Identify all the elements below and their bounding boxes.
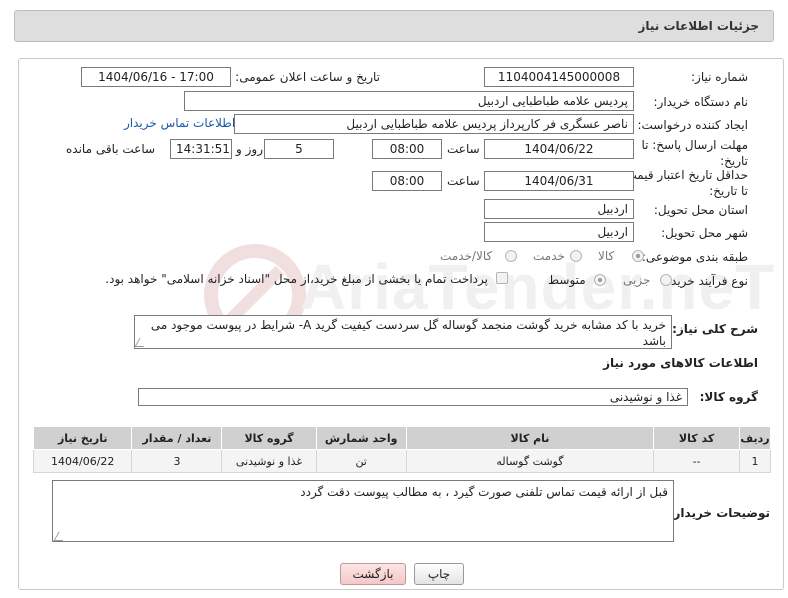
need-number-field[interactable]: 1104004145000008 bbox=[484, 67, 634, 87]
reply-deadline-label: مهلت ارسال پاسخ: تا تاریخ: bbox=[628, 137, 748, 169]
buyer-org-field[interactable]: پردیس علامه طباطبایی اردبیل bbox=[184, 91, 634, 111]
cell-quantity: 3 bbox=[131, 449, 223, 473]
col-need-date: تاریخ نیاز bbox=[32, 426, 133, 450]
goods-group-label: گروه کالا: bbox=[699, 390, 758, 404]
col-item-code: کد کالا bbox=[653, 426, 741, 450]
need-number-label: شماره نیاز: bbox=[691, 70, 748, 84]
col-row-number: ردیف bbox=[739, 426, 771, 450]
buyer-notes-text: قبل از ارائه قیمت تماس تلفنی صورت گیرد ،… bbox=[300, 485, 668, 499]
reply-deadline-time-field[interactable]: 08:00 bbox=[372, 139, 442, 159]
process-medium-label: متوسط bbox=[548, 273, 586, 287]
delivery-province-label: استان محل تحویل: bbox=[653, 203, 748, 217]
process-partial-radio[interactable] bbox=[660, 274, 672, 286]
days-remaining-field[interactable]: 5 bbox=[264, 139, 334, 159]
cell-item-group: غذا و نوشیدنی bbox=[221, 449, 317, 473]
announce-datetime-label: تاریخ و ساعت اعلان عمومی: bbox=[235, 70, 380, 84]
price-validity-time-field[interactable]: 08:00 bbox=[372, 171, 442, 191]
col-quantity: تعداد / مقدار bbox=[131, 426, 223, 450]
cell-need-date: 1404/06/22 bbox=[32, 449, 133, 473]
cell-item-name: گوشت گوساله bbox=[405, 449, 655, 473]
treasury-payment-note: پرداخت تمام یا بخشی از مبلغ خرید،از محل … bbox=[105, 272, 488, 286]
treasury-payment-checkbox[interactable] bbox=[496, 272, 508, 284]
general-description-field[interactable]: خرید با کد مشابه خرید گوشت منجمد گوساله … bbox=[134, 315, 672, 349]
price-validity-label: حداقل تاریخ اعتبار قیمت: تا تاریخ: bbox=[618, 167, 748, 199]
buyer-org-label: نام دستگاه خریدار: bbox=[653, 95, 749, 109]
process-medium-radio[interactable] bbox=[594, 274, 606, 286]
reply-deadline-date-field[interactable]: 1404/06/22 bbox=[484, 139, 634, 159]
category-label: طبقه بندی موضوعی: bbox=[641, 250, 748, 264]
col-unit: واحد شمارش bbox=[315, 426, 407, 450]
category-service-label: خدمت bbox=[533, 249, 565, 263]
price-validity-date-field[interactable]: 1404/06/31 bbox=[484, 171, 634, 191]
page-title: جزئیات اطلاعات نیاز bbox=[638, 19, 759, 33]
buyer-notes-label: توضیحات خریدار: bbox=[668, 506, 770, 520]
goods-table: ردیف کد کالا نام کالا واحد شمارش گروه کا… bbox=[32, 426, 771, 473]
time-remaining-field[interactable]: 14:31:51 bbox=[170, 139, 232, 159]
category-goods-radio[interactable] bbox=[632, 250, 644, 262]
delivery-city-field[interactable]: اردبیل bbox=[484, 222, 634, 242]
back-button[interactable]: بازگشت bbox=[340, 563, 406, 585]
col-item-name: نام کالا bbox=[405, 426, 655, 450]
category-goods-service-radio[interactable] bbox=[505, 250, 517, 262]
goods-section-title: اطلاعات کالاهای مورد نیاز bbox=[603, 356, 758, 370]
requester-label: ایجاد کننده درخواست: bbox=[637, 118, 748, 132]
delivery-province-field[interactable]: اردبیل bbox=[484, 199, 634, 219]
general-description-text: خرید با کد مشابه خرید گوشت منجمد گوساله … bbox=[150, 318, 666, 348]
requester-field[interactable]: ناصر عسگری فر کارپرداز پردیس علامه طباطب… bbox=[234, 114, 634, 134]
price-validity-label-text: حداقل تاریخ اعتبار قیمت: تا تاریخ: bbox=[621, 168, 748, 198]
delivery-city-label: شهر محل تحویل: bbox=[661, 226, 748, 240]
purchase-process-label: نوع فرآیند خرید : bbox=[663, 274, 748, 288]
process-partial-label: جزیی bbox=[623, 273, 651, 287]
goods-group-field[interactable]: غذا و نوشیدنی bbox=[138, 388, 688, 406]
print-button[interactable]: چاپ bbox=[414, 563, 464, 585]
table-row[interactable]: 1 -- گوشت گوساله تن غذا و نوشیدنی 3 1404… bbox=[32, 449, 771, 473]
price-validity-time-label: ساعت bbox=[447, 174, 480, 188]
reply-deadline-label-text: مهلت ارسال پاسخ: تا تاریخ: bbox=[641, 138, 748, 168]
category-goods-label: کالا bbox=[598, 249, 615, 263]
cell-row-number: 1 bbox=[739, 449, 771, 473]
cell-unit: تن bbox=[315, 449, 407, 473]
buyer-notes-field[interactable]: قبل از ارائه قیمت تماس تلفنی صورت گیرد ،… bbox=[52, 480, 674, 542]
title-bar: جزئیات اطلاعات نیاز bbox=[14, 10, 774, 42]
time-remaining-label: ساعت باقی مانده bbox=[66, 142, 156, 156]
announce-datetime-field[interactable]: 1404/06/16 - 17:00 bbox=[81, 67, 231, 87]
category-service-radio[interactable] bbox=[570, 250, 582, 262]
days-label: روز و bbox=[236, 142, 263, 156]
general-description-label: شرح کلی نیاز: bbox=[672, 322, 758, 336]
cell-item-code: -- bbox=[653, 449, 741, 473]
goods-table-header-row: ردیف کد کالا نام کالا واحد شمارش گروه کا… bbox=[32, 426, 771, 450]
col-item-group: گروه کالا bbox=[221, 426, 317, 450]
category-goods-service-label: کالا/خدمت bbox=[440, 249, 493, 263]
buyer-contact-link[interactable]: اطلاعات تماس خریدار bbox=[124, 116, 235, 130]
reply-deadline-time-label: ساعت bbox=[447, 142, 480, 156]
